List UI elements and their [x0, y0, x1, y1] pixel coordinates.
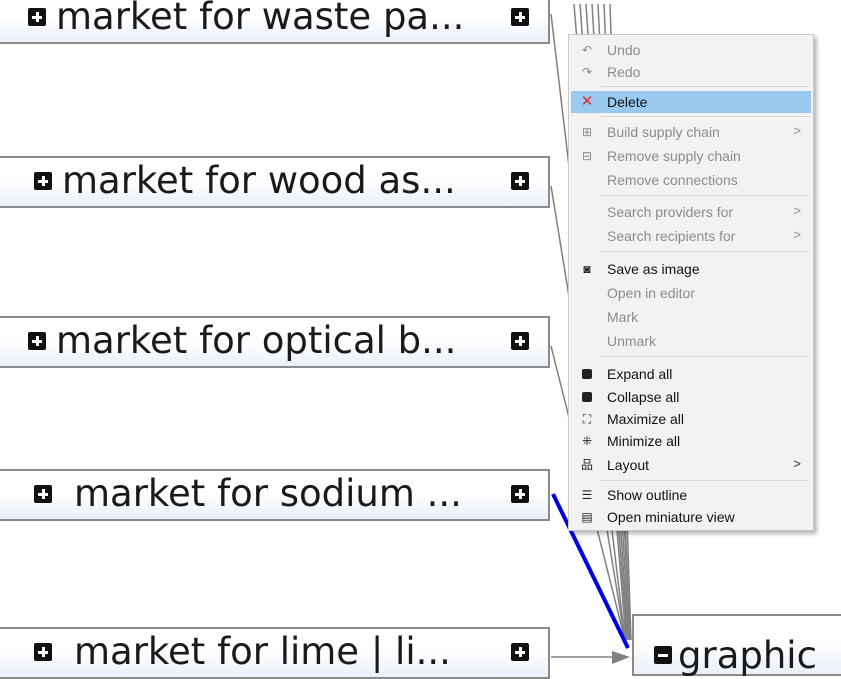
expand-icon[interactable]	[511, 643, 529, 661]
expand-icon[interactable]	[511, 172, 529, 190]
menu-item-remove-connections[interactable]: Remove connections	[571, 169, 811, 191]
menu-item-maximize-all[interactable]: ⛶ Maximize all	[571, 408, 811, 430]
menu-item-mark[interactable]: Mark	[571, 306, 811, 328]
minus-square-icon	[582, 392, 592, 402]
menu-item-search-providers[interactable]: Search providers for >	[571, 201, 811, 223]
menu-item-layout[interactable]: 品 Layout >	[571, 454, 811, 476]
process-node-target[interactable]: graphic	[632, 614, 841, 677]
menu-item-open-miniature-view[interactable]: ▤ Open miniature view	[571, 506, 811, 528]
miniature-view-icon: ▤	[581, 510, 593, 524]
menu-item-collapse-all[interactable]: Collapse all	[571, 386, 811, 408]
expand-icon[interactable]	[28, 332, 46, 350]
menu-separator	[601, 356, 809, 357]
expand-icon[interactable]	[511, 485, 529, 503]
expand-icon[interactable]	[34, 485, 52, 503]
menu-item-search-recipients[interactable]: Search recipients for >	[571, 225, 811, 247]
menu-item-expand-all[interactable]: Expand all	[571, 363, 811, 385]
close-x-icon: ✕	[580, 93, 594, 110]
redo-icon: ↷	[581, 65, 593, 79]
submenu-arrow: >	[793, 203, 801, 218]
undo-icon: ↶	[581, 43, 593, 57]
menu-separator	[601, 195, 809, 196]
process-node-optical[interactable]: market for optical b...	[0, 316, 550, 368]
process-node-sodium[interactable]: market for sodium ...	[0, 469, 550, 521]
expand-icon[interactable]	[34, 172, 52, 190]
expand-icon[interactable]	[511, 332, 529, 350]
process-node-waste-paper[interactable]: market for waste pa...	[0, 0, 550, 44]
menu-item-open-in-editor[interactable]: Open in editor	[571, 282, 811, 304]
node-title: market for waste pa...	[56, 0, 465, 38]
link-arrowhead	[612, 651, 630, 664]
menu-item-undo[interactable]: ↶ Undo	[571, 39, 811, 61]
menu-separator	[601, 116, 809, 117]
menu-item-delete[interactable]: ✕ Delete	[571, 91, 811, 113]
menu-item-minimize-all[interactable]: ⁜ Minimize all	[571, 430, 811, 452]
submenu-arrow: >	[793, 123, 801, 138]
maximize-icon: ⛶	[582, 412, 592, 426]
submenu-arrow: >	[793, 227, 801, 242]
node-title: market for sodium ...	[74, 471, 462, 515]
expand-icon[interactable]	[511, 8, 529, 26]
submenu-arrow: >	[793, 456, 801, 471]
menu-item-redo[interactable]: ↷ Redo	[571, 61, 811, 83]
process-node-wood-ash[interactable]: market for wood as...	[0, 156, 550, 208]
node-title: market for wood as...	[62, 158, 456, 202]
menu-item-show-outline[interactable]: ☰ Show outline	[571, 484, 811, 506]
menu-separator	[601, 86, 809, 87]
menu-separator	[601, 480, 809, 481]
menu-separator	[601, 251, 809, 252]
expand-icon[interactable]	[28, 8, 46, 26]
camera-icon: ◙	[583, 262, 591, 276]
menu-item-save-as-image[interactable]: ◙ Save as image	[571, 258, 811, 280]
node-title: market for lime | li...	[74, 629, 451, 673]
node-title: market for optical b...	[56, 318, 457, 362]
menu-item-build-supply-chain[interactable]: ⊞ Build supply chain >	[571, 121, 811, 143]
minimize-icon: ⁜	[581, 434, 593, 448]
outline-icon: ☰	[581, 488, 593, 502]
remove-supply-chain-icon: ⊟	[581, 149, 593, 163]
menu-item-unmark[interactable]: Unmark	[571, 330, 811, 352]
menu-item-remove-supply-chain[interactable]: ⊟ Remove supply chain	[571, 145, 811, 167]
node-title: graphic	[678, 634, 817, 677]
process-node-lime[interactable]: market for lime | li...	[0, 627, 550, 679]
layout-tree-icon: 品	[580, 458, 593, 472]
expand-icon[interactable]	[34, 643, 52, 661]
collapse-icon[interactable]	[654, 646, 672, 664]
plus-square-icon	[582, 369, 592, 379]
build-supply-chain-icon: ⊞	[581, 125, 593, 139]
context-menu: ↶ Undo ↷ Redo ✕ Delete ⊞ Build supply ch…	[568, 34, 814, 531]
